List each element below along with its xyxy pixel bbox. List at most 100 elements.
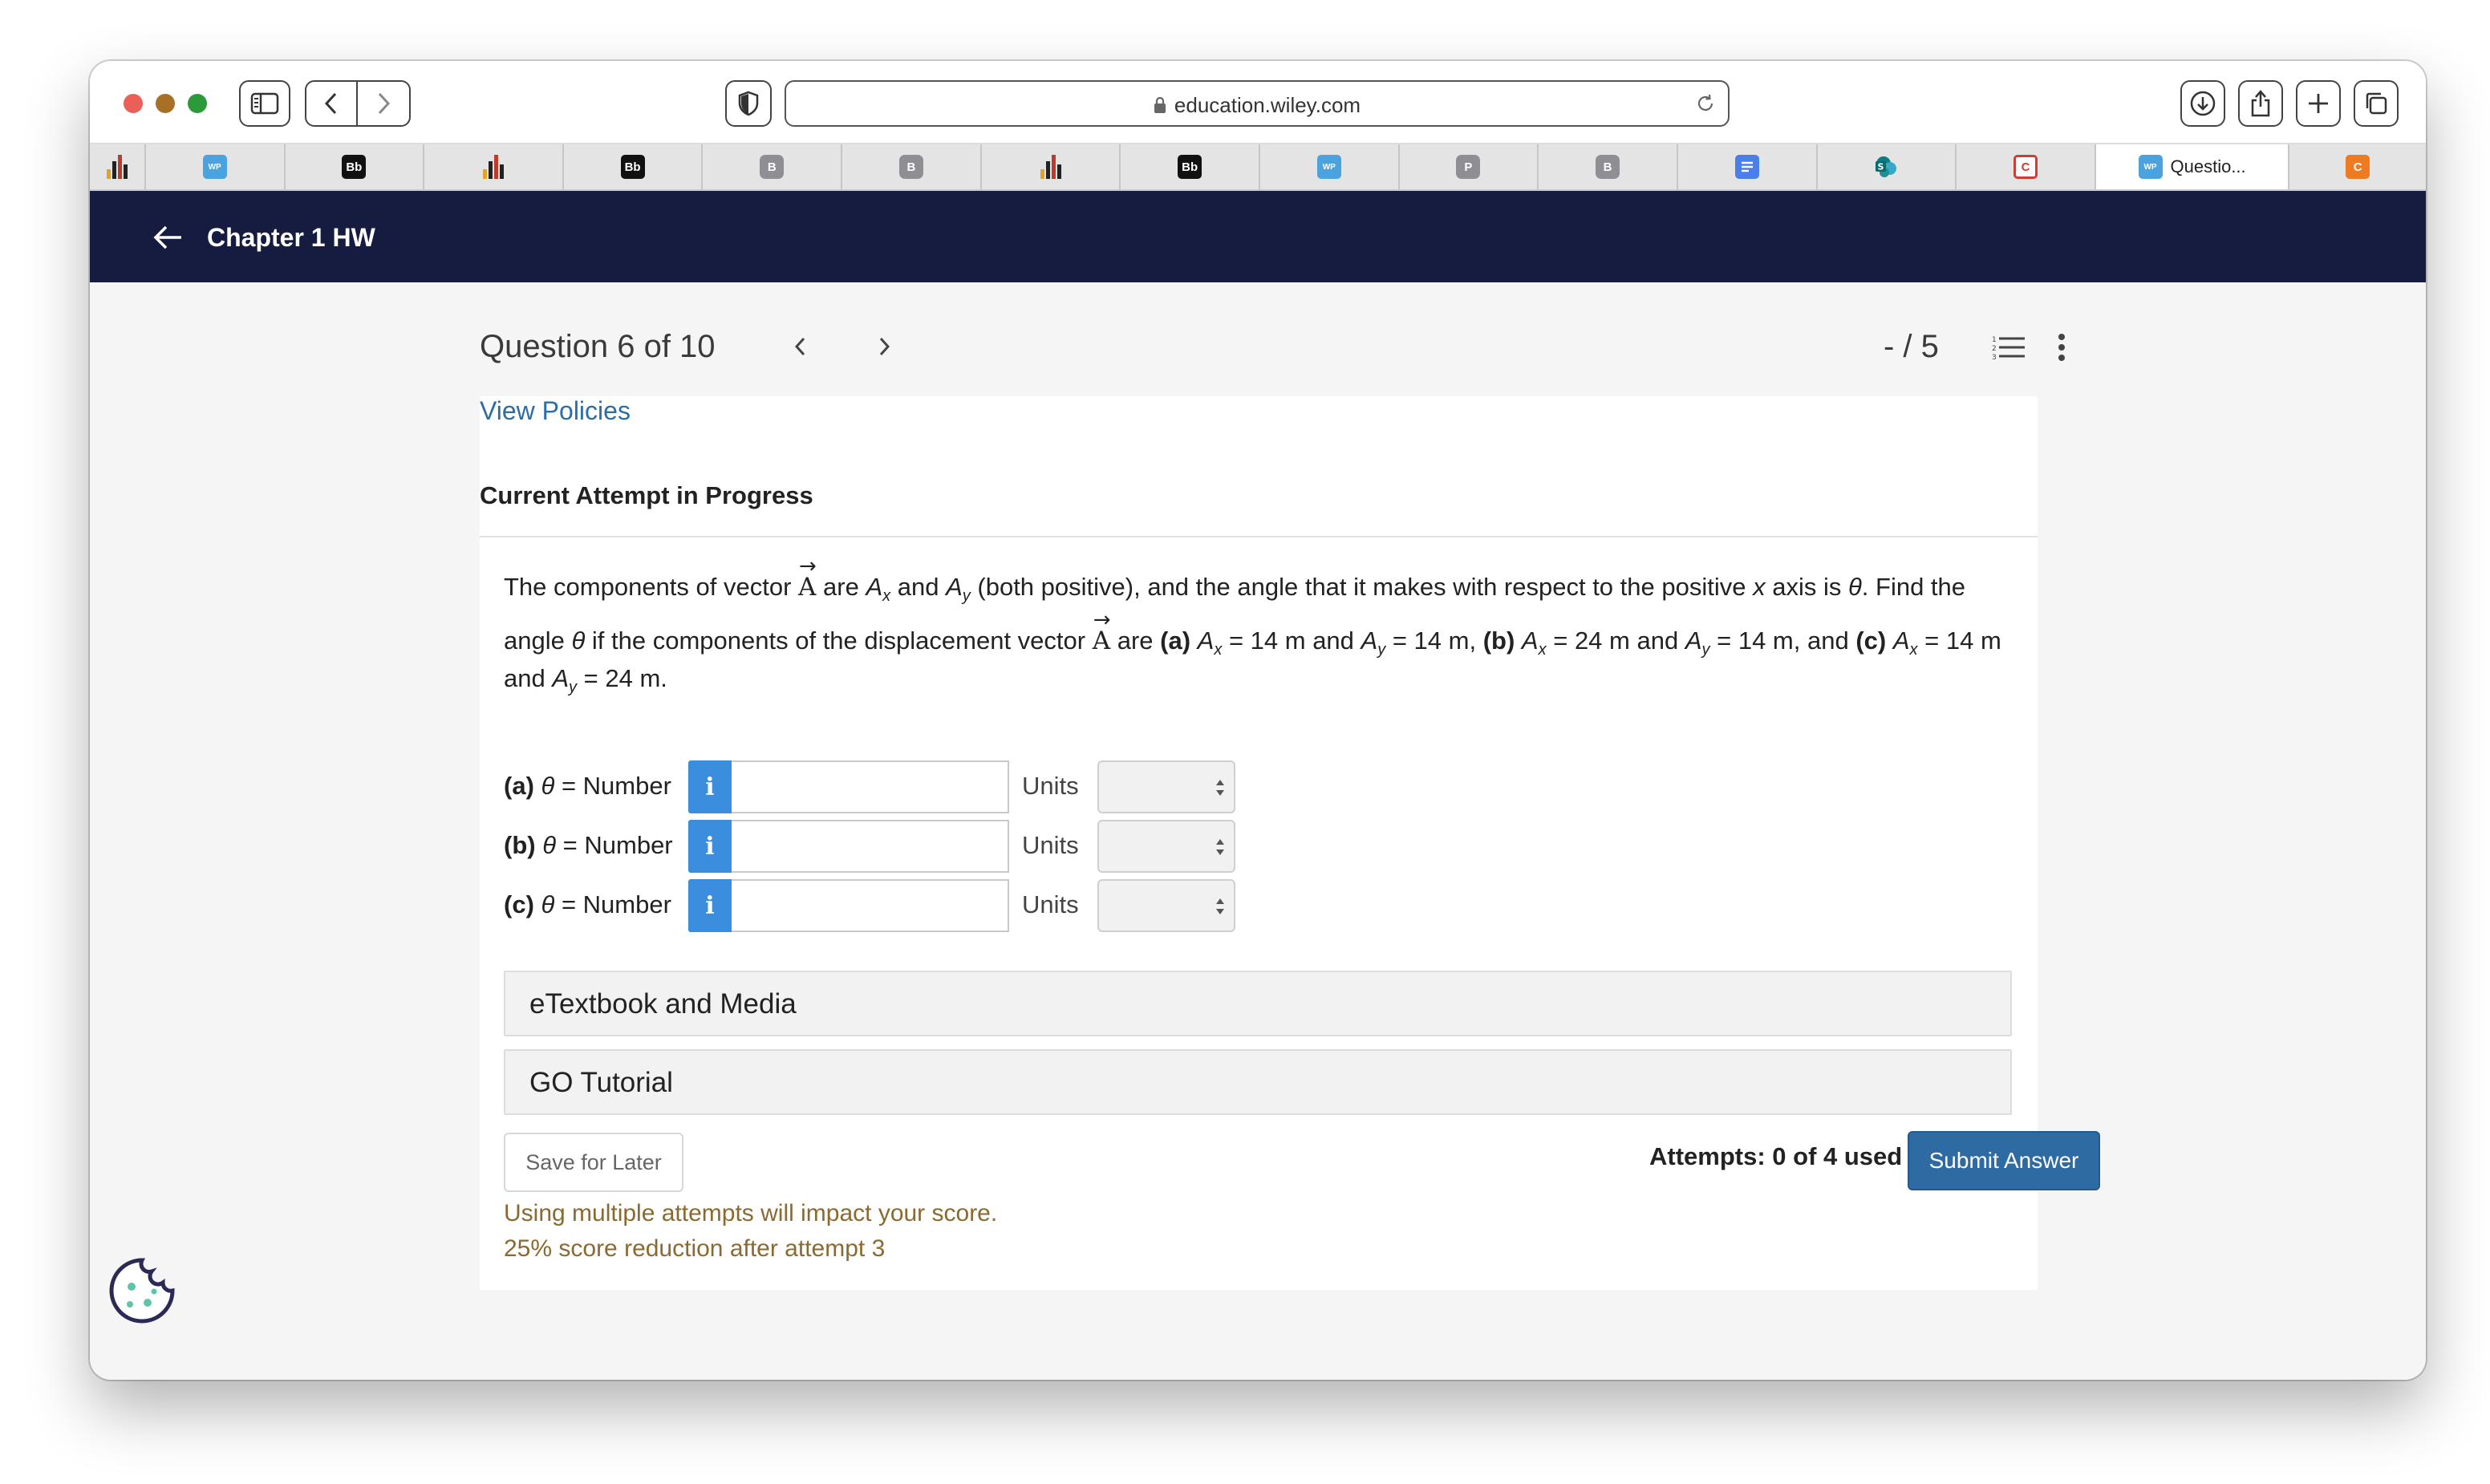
more-options-icon[interactable]: [2057, 332, 2066, 363]
tab-9[interactable]: Bb: [1121, 144, 1260, 189]
tab-11[interactable]: P: [1400, 144, 1539, 189]
etextbook-accordion[interactable]: eTextbook and Media: [504, 971, 2012, 1036]
download-icon: [2190, 91, 2216, 116]
tab-17[interactable]: C: [2289, 144, 2426, 189]
number-input-a[interactable]: [732, 760, 1009, 813]
tab-6[interactable]: B: [703, 144, 843, 189]
plus-icon: [2309, 94, 2328, 113]
blackboard-icon: Bb: [620, 155, 645, 179]
tab-14[interactable]: S: [1818, 144, 1957, 189]
save-for-later-button[interactable]: Save for Later: [504, 1133, 683, 1192]
question-card: View Policies Current Attempt in Progres…: [480, 396, 2100, 1290]
vector-a: A: [798, 544, 817, 610]
answer-row-c: (c) θ = Number i Units: [504, 879, 1258, 932]
cookie-icon[interactable]: [107, 1256, 176, 1325]
info-button[interactable]: i: [688, 879, 732, 932]
letter-b-icon: B: [760, 155, 785, 179]
svg-text:2: 2: [1992, 345, 1997, 353]
letter-c-orange-icon: C: [2346, 155, 2370, 179]
question-list-icon[interactable]: 123: [1991, 334, 2026, 363]
wileyplus-icon: WP: [1316, 155, 1341, 179]
question-title: Question 6 of 10: [480, 329, 716, 364]
units-select-b[interactable]: [1097, 820, 1235, 873]
minimize-window-button[interactable]: [156, 94, 175, 113]
wileyplus-icon: WP: [2138, 155, 2163, 179]
tab-active-question[interactable]: WP Questio...: [2095, 144, 2290, 189]
svg-text:S: S: [1878, 162, 1884, 172]
browser-toolbar: education.wiley.com: [90, 61, 2426, 144]
tab-1[interactable]: [90, 144, 146, 189]
units-label: Units: [1022, 831, 1079, 859]
letter-b-icon: B: [1596, 155, 1620, 179]
share-button[interactable]: [2238, 80, 2283, 127]
score-reduction-note: 25% score reduction after attempt 3: [504, 1235, 886, 1262]
submit-answer-button[interactable]: Submit Answer: [1908, 1131, 2100, 1190]
answer-row-a: (a) θ = Number i Units: [504, 760, 1258, 813]
tab-13[interactable]: [1678, 144, 1818, 189]
accordion-label: eTextbook and Media: [529, 988, 797, 1020]
units-label: Units: [1022, 772, 1079, 800]
tab-3[interactable]: Bb: [286, 144, 425, 189]
vector-a: A: [1093, 598, 1111, 663]
divider: [480, 536, 2038, 537]
tab-12[interactable]: B: [1539, 144, 1678, 189]
answer-label: (a) θ = Number: [504, 772, 671, 800]
view-policies-link[interactable]: View Policies: [480, 396, 631, 426]
units-label: Units: [1022, 890, 1079, 918]
bars-icon: [106, 155, 128, 179]
zoom-window-button[interactable]: [188, 94, 207, 113]
select-arrows-icon: [1216, 839, 1224, 855]
answer-label: (b) θ = Number: [504, 831, 673, 859]
blackboard-icon: Bb: [342, 155, 367, 179]
new-tab-button[interactable]: [2296, 80, 2341, 127]
forward-button[interactable]: [358, 82, 409, 125]
info-button[interactable]: i: [688, 760, 732, 813]
privacy-shield-button[interactable]: [725, 80, 772, 127]
bars-icon: [482, 155, 504, 179]
lock-icon: [1154, 96, 1166, 113]
tab-overview-button[interactable]: [2354, 80, 2399, 127]
select-arrows-icon: [1216, 898, 1224, 914]
units-select-a[interactable]: [1097, 760, 1235, 813]
attempts-used: Attempts: 0 of 4 used: [1649, 1142, 1903, 1170]
tab-7[interactable]: B: [842, 144, 982, 189]
next-question-button[interactable]: [876, 335, 892, 358]
units-select-c[interactable]: [1097, 879, 1235, 932]
attempt-warning: Using multiple attempts will impact your…: [504, 1200, 998, 1227]
tab-4[interactable]: [424, 144, 564, 189]
sidebar-toggle-button[interactable]: [239, 80, 290, 127]
tab-10[interactable]: WP: [1260, 144, 1400, 189]
info-button[interactable]: i: [688, 820, 732, 873]
browser-window: education.wiley.com WP Bb Bb B B Bb WP P…: [90, 61, 2426, 1380]
select-arrows-icon: [1216, 780, 1224, 796]
assignment-header: Chapter 1 HW: [90, 191, 2426, 282]
shield-icon: [738, 91, 759, 116]
tab-bar: WP Bb Bb B B Bb WP P B S C WP Questio...…: [90, 144, 2426, 191]
number-input-b[interactable]: [732, 820, 1009, 873]
back-button[interactable]: [306, 82, 358, 125]
reload-icon[interactable]: [1694, 92, 1717, 115]
number-input-c[interactable]: [732, 879, 1009, 932]
tab-8[interactable]: [982, 144, 1121, 189]
letter-b-icon: B: [898, 155, 923, 179]
doc-icon: [1734, 155, 1759, 179]
arrow-left-icon[interactable]: [152, 225, 185, 250]
close-window-button[interactable]: [124, 94, 143, 113]
tab-2[interactable]: WP: [146, 144, 286, 189]
chevron-right-icon: [378, 92, 391, 115]
previous-question-button[interactable]: [793, 335, 809, 358]
go-tutorial-accordion[interactable]: GO Tutorial: [504, 1049, 2012, 1115]
tab-5[interactable]: Bb: [564, 144, 704, 189]
assignment-title[interactable]: Chapter 1 HW: [207, 223, 375, 253]
letter-p-icon: P: [1456, 155, 1481, 179]
wileyplus-icon: WP: [202, 155, 227, 179]
letter-c-icon: C: [2013, 155, 2038, 179]
bars-icon: [1040, 155, 1061, 179]
address-bar[interactable]: education.wiley.com: [785, 80, 1730, 127]
answer-label: (c) θ = Number: [504, 890, 671, 918]
downloads-button[interactable]: [2180, 80, 2225, 127]
sharepoint-icon: S: [1876, 156, 1897, 177]
url-text: education.wiley.com: [1174, 93, 1361, 117]
question-score: - / 5: [1884, 329, 1939, 364]
tab-15[interactable]: C: [1957, 144, 2096, 189]
